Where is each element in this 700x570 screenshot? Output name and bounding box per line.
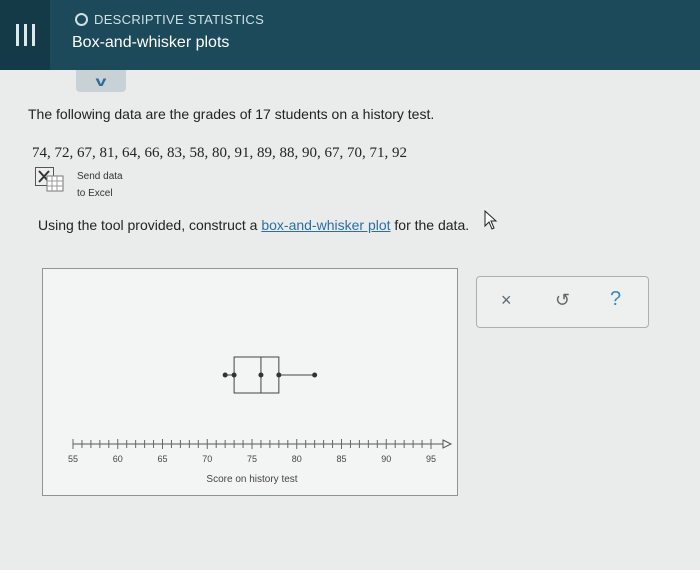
handle-min[interactable] bbox=[222, 372, 228, 378]
tick-label: 60 bbox=[113, 454, 123, 464]
handle-max[interactable] bbox=[312, 372, 318, 378]
handle-q3[interactable] bbox=[276, 372, 282, 378]
plot-tool-panel[interactable]: 55 60 65 70 75 80 85 90 95 Score on history test bbox=[42, 268, 458, 496]
menu-icon bbox=[15, 24, 35, 46]
instruction-text: Using the tool provided, construct a box… bbox=[38, 217, 469, 233]
topic-line: DESCRIPTIVE STATISTICS bbox=[75, 12, 264, 27]
topic-label: DESCRIPTIVE STATISTICS bbox=[94, 12, 265, 27]
box-whisker-plot[interactable]: 55 60 65 70 75 80 85 90 95 Score on history test bbox=[43, 269, 457, 495]
tick-label: 85 bbox=[336, 454, 346, 464]
box-whisker-link[interactable]: box-and-whisker plot bbox=[261, 217, 390, 233]
menu-button[interactable] bbox=[0, 0, 50, 70]
axis-title: Score on history test bbox=[206, 474, 297, 485]
tick-label: 80 bbox=[292, 454, 302, 464]
tick-label: 95 bbox=[426, 454, 436, 464]
handle-median[interactable] bbox=[258, 372, 264, 378]
tick-label: 75 bbox=[247, 454, 257, 464]
send-to-excel-link[interactable]: Send data to Excel bbox=[77, 168, 123, 202]
tick-label: 70 bbox=[202, 454, 212, 464]
excel-icon[interactable] bbox=[35, 167, 65, 193]
axis-arrow bbox=[442, 439, 453, 449]
data-values: 74, 72, 67, 81, 64, 66, 83, 58, 80, 91, … bbox=[32, 145, 407, 161]
cursor-icon bbox=[484, 210, 498, 230]
excel-label-line1: Send data bbox=[77, 171, 123, 182]
header-bar: DESCRIPTIVE STATISTICS Box-and-whisker p… bbox=[0, 0, 700, 70]
page-title: Box-and-whisker plots bbox=[72, 34, 230, 51]
handle-q1[interactable] bbox=[231, 372, 237, 378]
instruction-before: Using the tool provided, construct a bbox=[38, 217, 262, 233]
excel-label-line2: to Excel bbox=[77, 188, 113, 199]
tool-panel: × ↺ ? bbox=[476, 276, 649, 328]
chevron-down-icon: v bbox=[95, 73, 107, 89]
tick-label: 90 bbox=[381, 454, 391, 464]
topic-status-icon bbox=[75, 13, 88, 26]
help-icon[interactable]: ? bbox=[610, 288, 621, 311]
close-icon[interactable]: × bbox=[501, 290, 512, 311]
tick-label: 55 bbox=[68, 454, 78, 464]
box bbox=[233, 356, 280, 394]
question-text: The following data are the grades of 17 … bbox=[28, 106, 435, 122]
tick-label: 65 bbox=[157, 454, 167, 464]
collapse-button[interactable]: v bbox=[76, 70, 126, 92]
undo-icon[interactable]: ↺ bbox=[555, 290, 570, 311]
instruction-after: for the data. bbox=[390, 217, 470, 233]
